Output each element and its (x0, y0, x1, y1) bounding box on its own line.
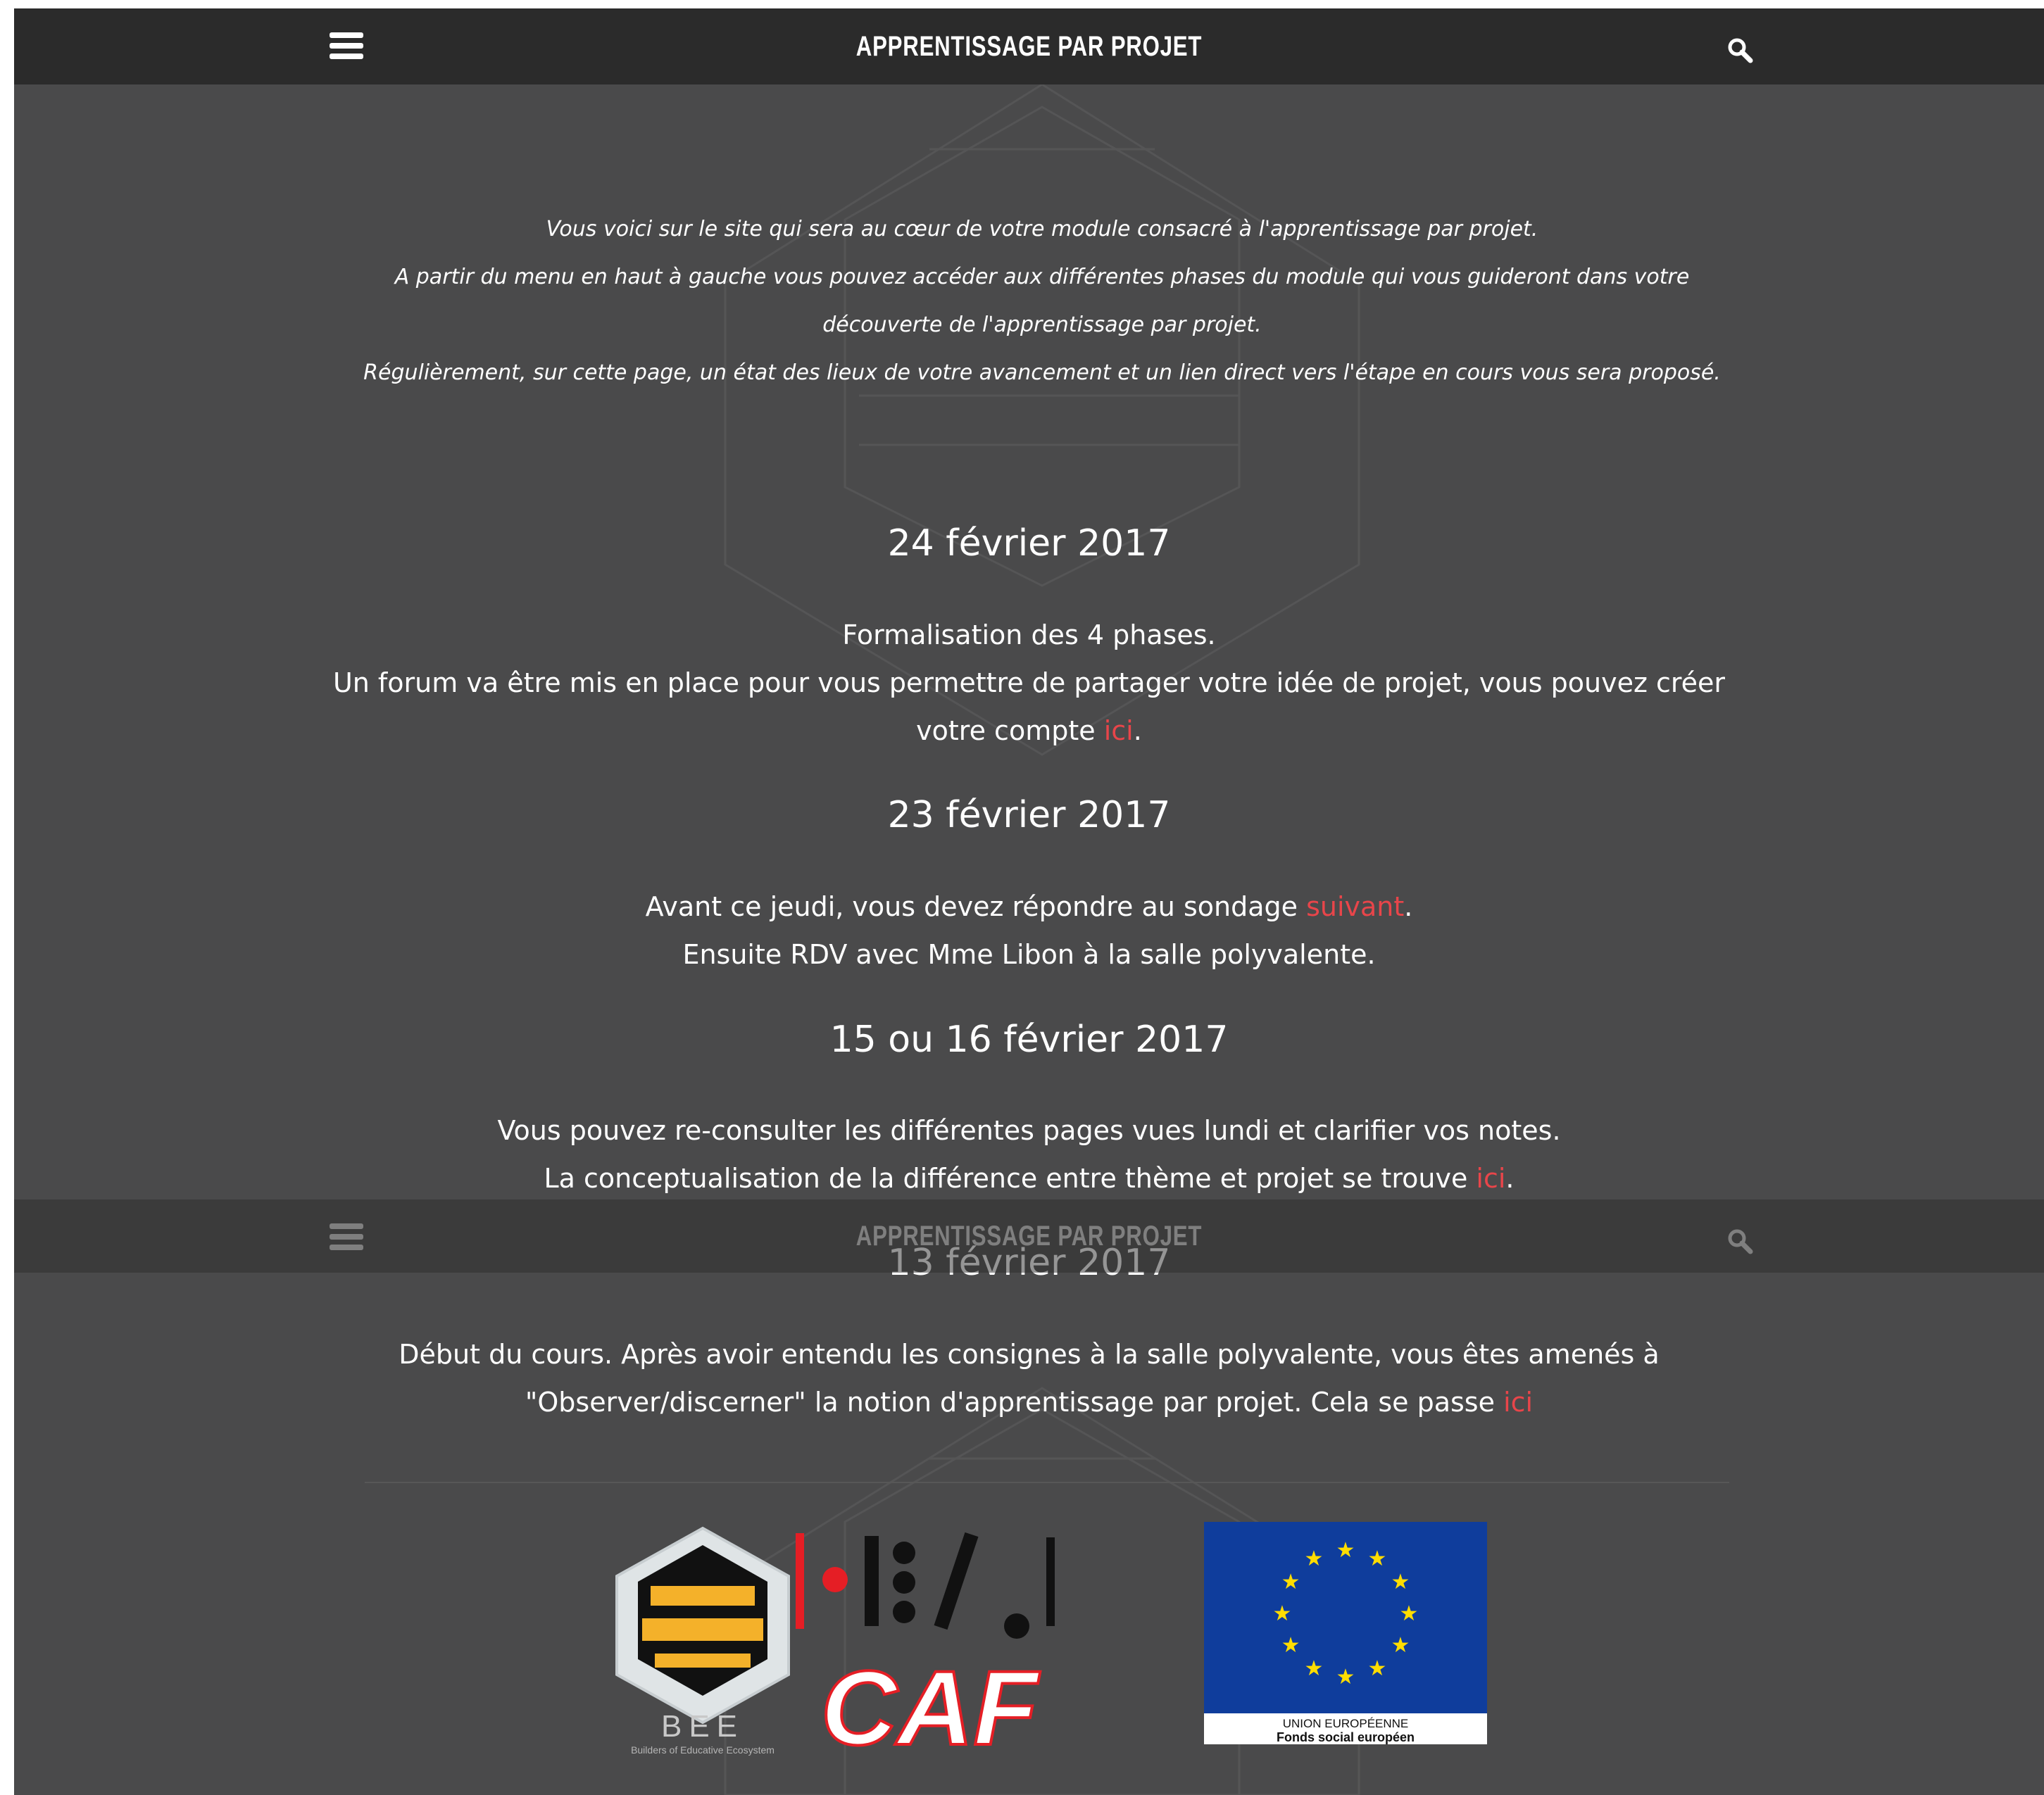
eu-flag-logo: ★ ★★★★★★★★★★★ UNION EUROPÉENNE Fonds soci… (1204, 1522, 1487, 1744)
update-body: Début du cours. Après avoir entendu les … (399, 1339, 1660, 1418)
heaj-caf-logo: CAF (796, 1532, 1055, 1761)
update-line: Ensuite RDV avec Mme Libon à la salle po… (682, 939, 1376, 970)
eu-star-icon: ★ (1336, 1665, 1355, 1689)
update-line: Vous pouvez re-consulter les différentes… (497, 1115, 1561, 1146)
ici-link[interactable]: ici (1476, 1163, 1505, 1194)
eu-star-icon: ★ (1391, 1633, 1410, 1658)
eu-star-icon: ★ (1305, 1547, 1324, 1571)
eu-star-icon: ★ (1281, 1633, 1300, 1658)
eu-star-icon: ★ (1305, 1656, 1324, 1681)
update-date: 23 février 2017 (887, 794, 1171, 836)
svg-text:BEE: BEE (661, 1709, 744, 1744)
eu-star-icon: ★ (1368, 1656, 1387, 1681)
search-icon[interactable] (1726, 37, 1755, 65)
site-title[interactable]: APPRENTISSAGE PAR PROJET (237, 1199, 1821, 1273)
ici-link[interactable]: ici (1503, 1387, 1533, 1418)
eu-star-icon: ★ (1368, 1547, 1387, 1571)
suivant-link[interactable]: suivant (1306, 891, 1404, 922)
update-date: 15 ou 16 février 2017 (829, 1019, 1229, 1061)
svg-text:Builders of Educative Ecosyste: Builders of Educative Ecosystem (631, 1744, 775, 1756)
update-date: 24 février 2017 (887, 522, 1171, 565)
update-line: La conceptualisation de la différence en… (544, 1163, 1515, 1194)
update-line: Avant ce jeudi, vous devez répondre au s… (645, 891, 1413, 922)
intro-text: Vous voici sur le site qui sera au cœur … (352, 206, 1732, 397)
update-line: Un forum va être mis en place pour vous … (332, 667, 1726, 746)
intro-line: A partir du menu en haut à gauche vous p… (394, 265, 1690, 337)
page-viewport: APPRENTISSAGE PAR PROJET Vous voici sur … (14, 8, 2044, 1795)
ici-link[interactable]: ici (1104, 715, 1134, 746)
svg-text:UNION EUROPÉENNE: UNION EUROPÉENNE (1283, 1717, 1409, 1730)
eu-star-icon: ★ (1273, 1601, 1292, 1626)
update-body: Avant ce jeudi, vous devez répondre au s… (296, 883, 1762, 978)
sticky-navbar-ghost: APPRENTISSAGE PAR PROJET (14, 1199, 2044, 1273)
intro-line: Régulièrement, sur cette page, un état d… (363, 360, 1721, 385)
intro-line: Vous voici sur le site qui sera au cœur … (546, 217, 1538, 241)
footer-divider (365, 1482, 1729, 1483)
bee-logo: BEE Builders of Educative Ecosystem (615, 1526, 790, 1756)
site-title[interactable]: APPRENTISSAGE PAR PROJET (237, 8, 1821, 84)
eu-star-icon: ★ (1400, 1601, 1419, 1626)
eu-star-icon: ★ (1281, 1570, 1300, 1594)
update-line: Formalisation des 4 phases. (842, 619, 1216, 650)
top-navbar: APPRENTISSAGE PAR PROJET (14, 8, 2044, 84)
eu-star-icon: ★ (1391, 1570, 1410, 1594)
search-icon[interactable] (1726, 1228, 1755, 1256)
update-body: Vous pouvez re-consulter les différentes… (296, 1107, 1762, 1202)
svg-text:Fonds social européen: Fonds social européen (1277, 1730, 1415, 1744)
update-body: Formalisation des 4 phases. Un forum va … (296, 611, 1762, 755)
svg-text:CAF: CAF (821, 1649, 1041, 1761)
eu-star-icon: ★ (1336, 1538, 1355, 1563)
